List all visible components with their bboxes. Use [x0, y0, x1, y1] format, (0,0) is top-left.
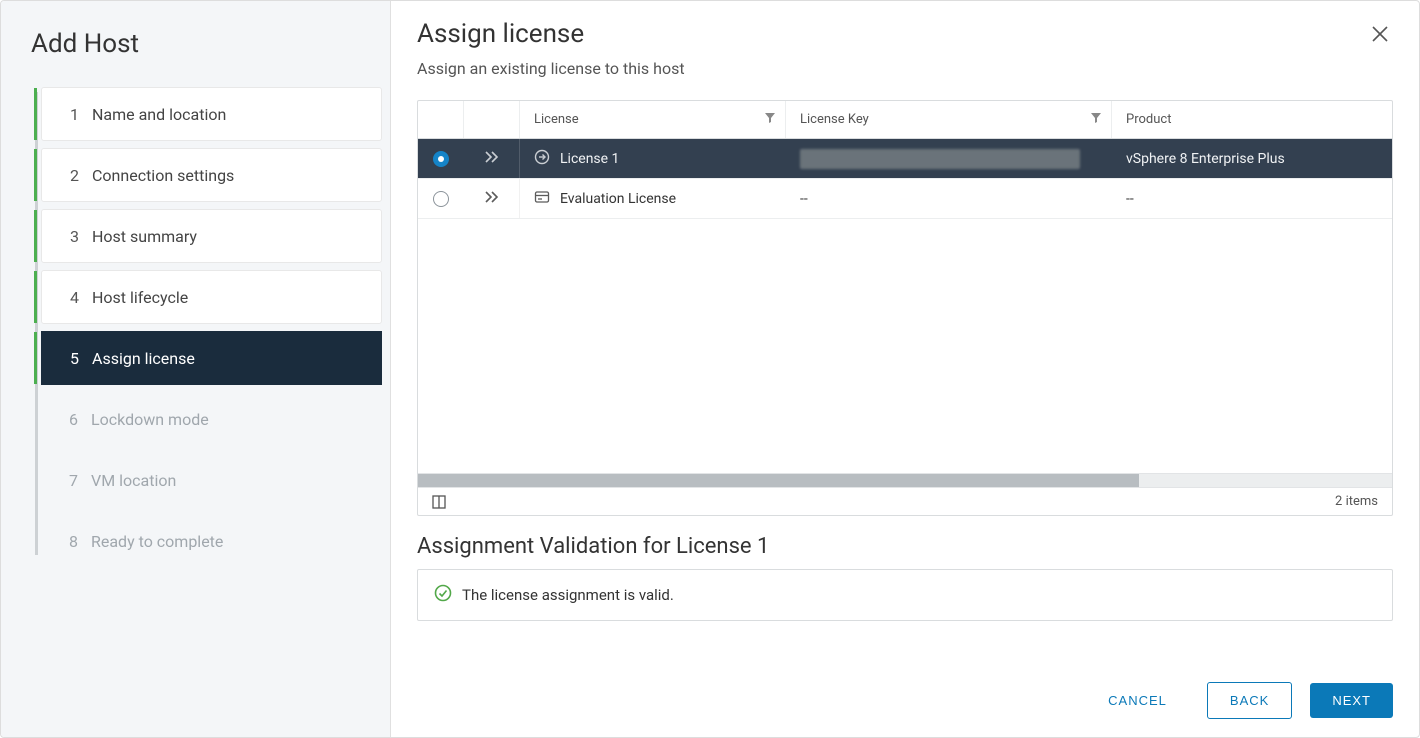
- wizard-title: Add Host: [1, 21, 390, 87]
- radio-unselected[interactable]: [433, 191, 449, 207]
- header-product-label: Product: [1126, 112, 1171, 127]
- table-body: License 1 vSphere 8 Enterprise Plus: [418, 139, 1392, 473]
- step-label: Assign license: [92, 349, 195, 368]
- spacer: [417, 621, 1393, 662]
- step-number: 8: [69, 532, 91, 551]
- radio-cell[interactable]: [418, 179, 464, 218]
- table-header-row: License License Key Product: [418, 101, 1392, 139]
- license-name-cell: Evaluation License: [520, 179, 786, 218]
- license-key: --: [800, 191, 808, 207]
- arrow-right-circle-icon: [534, 149, 550, 169]
- table-row[interactable]: License 1 vSphere 8 Enterprise Plus: [418, 139, 1392, 179]
- license-key-cell: --: [786, 179, 1112, 218]
- expand-cell[interactable]: [464, 139, 520, 178]
- step-connection-settings[interactable]: 2 Connection settings: [41, 148, 382, 202]
- step-vm-location: 7 VM location: [41, 453, 382, 507]
- filter-icon[interactable]: [765, 113, 775, 126]
- wizard-footer: CANCEL BACK NEXT: [417, 662, 1393, 719]
- main-titles: Assign license Assign an existing licens…: [417, 19, 685, 100]
- chevron-double-right-icon: [484, 190, 500, 208]
- validation-title: Assignment Validation for License 1: [417, 534, 1393, 559]
- step-assign-license[interactable]: 5 Assign license: [41, 331, 382, 385]
- horizontal-scrollbar[interactable]: [418, 473, 1392, 487]
- step-label: Connection settings: [92, 166, 234, 185]
- step-name-and-location[interactable]: 1 Name and location: [41, 87, 382, 141]
- check-circle-icon: [434, 584, 452, 606]
- license-key-cell: [786, 139, 1112, 178]
- step-ready-to-complete: 8 Ready to complete: [41, 514, 382, 568]
- license-key-redacted: [800, 149, 1080, 169]
- page-title: Assign license: [417, 19, 685, 49]
- header-license-label: License: [534, 112, 579, 127]
- product-cell: --: [1112, 179, 1392, 218]
- step-host-lifecycle[interactable]: 4 Host lifecycle: [41, 270, 382, 324]
- header-license-key[interactable]: License Key: [786, 101, 1112, 138]
- next-button[interactable]: NEXT: [1310, 683, 1393, 718]
- step-lockdown-mode: 6 Lockdown mode: [41, 392, 382, 446]
- step-number: 2: [70, 166, 92, 185]
- header-license-key-label: License Key: [800, 112, 869, 127]
- step-label: Ready to complete: [91, 532, 223, 551]
- scrollbar-thumb[interactable]: [418, 474, 1139, 487]
- main-header: Assign license Assign an existing licens…: [417, 19, 1393, 100]
- table-footer: 2 items: [418, 487, 1392, 515]
- table-row[interactable]: Evaluation License -- --: [418, 179, 1392, 219]
- step-label: Name and location: [92, 105, 226, 124]
- step-number: 3: [70, 227, 92, 246]
- step-host-summary[interactable]: 3 Host summary: [41, 209, 382, 263]
- step-label: Lockdown mode: [91, 410, 209, 429]
- add-host-dialog: Add Host 1 Name and location 2 Connectio…: [0, 0, 1420, 738]
- license-name: License 1: [560, 151, 619, 167]
- product-name: --: [1126, 191, 1134, 207]
- table-item-count: 2 items: [1335, 494, 1378, 509]
- header-license[interactable]: License: [520, 101, 786, 138]
- filter-icon[interactable]: [1091, 113, 1101, 126]
- product-cell: vSphere 8 Enterprise Plus: [1112, 139, 1392, 178]
- license-name: Evaluation License: [560, 191, 676, 207]
- validation-message: The license assignment is valid.: [462, 586, 674, 604]
- close-button[interactable]: [1367, 19, 1393, 53]
- validation-box: The license assignment is valid.: [417, 569, 1393, 621]
- step-number: 5: [70, 349, 92, 368]
- main-panel: Assign license Assign an existing licens…: [391, 1, 1419, 737]
- chevron-double-right-icon: [484, 150, 500, 168]
- wizard-sidebar: Add Host 1 Name and location 2 Connectio…: [1, 1, 391, 737]
- license-name-cell: License 1: [520, 139, 786, 178]
- license-table: License License Key Product: [417, 100, 1393, 516]
- wizard-steps: 1 Name and location 2 Connection setting…: [1, 87, 390, 575]
- product-name: vSphere 8 Enterprise Plus: [1126, 151, 1285, 167]
- card-icon: [534, 190, 550, 208]
- step-label: Host summary: [92, 227, 197, 246]
- column-toggle-icon[interactable]: [432, 495, 446, 509]
- header-expand: [464, 101, 520, 138]
- expand-cell[interactable]: [464, 179, 520, 218]
- step-number: 7: [69, 471, 91, 490]
- close-icon: [1371, 25, 1389, 43]
- step-number: 4: [70, 288, 92, 307]
- back-button[interactable]: BACK: [1207, 682, 1292, 719]
- header-radio: [418, 101, 464, 138]
- step-label: Host lifecycle: [92, 288, 188, 307]
- step-number: 6: [69, 410, 91, 429]
- step-number: 1: [70, 105, 92, 124]
- page-subtitle: Assign an existing license to this host: [417, 59, 685, 78]
- step-label: VM location: [91, 471, 176, 490]
- radio-selected[interactable]: [433, 151, 449, 167]
- radio-cell[interactable]: [418, 139, 464, 178]
- header-product[interactable]: Product: [1112, 101, 1392, 138]
- cancel-button[interactable]: CANCEL: [1086, 683, 1189, 718]
